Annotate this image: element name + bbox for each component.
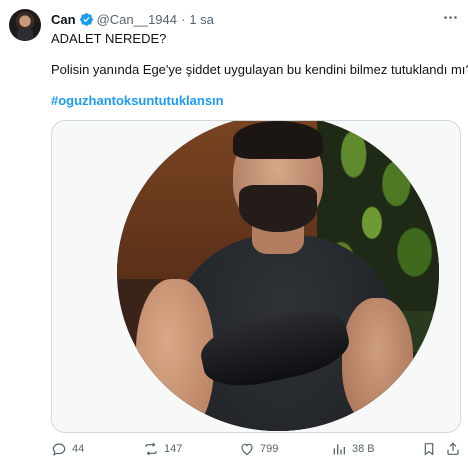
verified-badge-icon <box>79 12 94 27</box>
repost-button[interactable]: 147 <box>143 440 182 458</box>
heart-icon <box>241 443 253 456</box>
more-icon[interactable] <box>440 8 460 26</box>
bookmark-button[interactable] <box>421 440 437 458</box>
bookmark-icon <box>424 443 434 456</box>
reply-icon <box>52 443 66 456</box>
avatar[interactable] <box>9 9 41 41</box>
tweet[interactable]: Can @Can__1944 · 1 sa ADALET NEREDE? Pol… <box>0 0 468 460</box>
views-button[interactable]: 38 B <box>331 440 375 458</box>
hashtag-link[interactable]: #oguzhantoksuntutuklansın <box>51 93 224 108</box>
timestamp[interactable]: 1 sa <box>189 12 214 27</box>
author-name[interactable]: Can <box>51 12 76 27</box>
like-button[interactable]: 799 <box>239 440 278 458</box>
share-icon <box>447 442 459 455</box>
views-chart-icon <box>333 444 345 455</box>
share-button[interactable] <box>445 440 461 458</box>
author-handle[interactable]: @Can__1944 <box>97 12 177 27</box>
like-count: 799 <box>260 443 279 455</box>
tweet-text-line-2: Polisin yanında Ege'ye şiddet uygulayan … <box>51 62 468 77</box>
repost-icon <box>145 442 157 456</box>
tweet-header: Can @Can__1944 · 1 sa <box>51 10 214 28</box>
repost-count: 147 <box>164 443 183 455</box>
reply-button[interactable]: 44 <box>51 440 84 458</box>
reply-count: 44 <box>72 443 85 455</box>
media-photo[interactable] <box>51 120 461 433</box>
separator-dot: · <box>181 11 186 27</box>
views-count: 38 B <box>352 443 375 455</box>
photo-subject <box>117 121 439 431</box>
tweet-text-line-1: ADALET NEREDE? <box>51 31 167 46</box>
action-bar: 44 147 799 38 B <box>51 438 461 460</box>
